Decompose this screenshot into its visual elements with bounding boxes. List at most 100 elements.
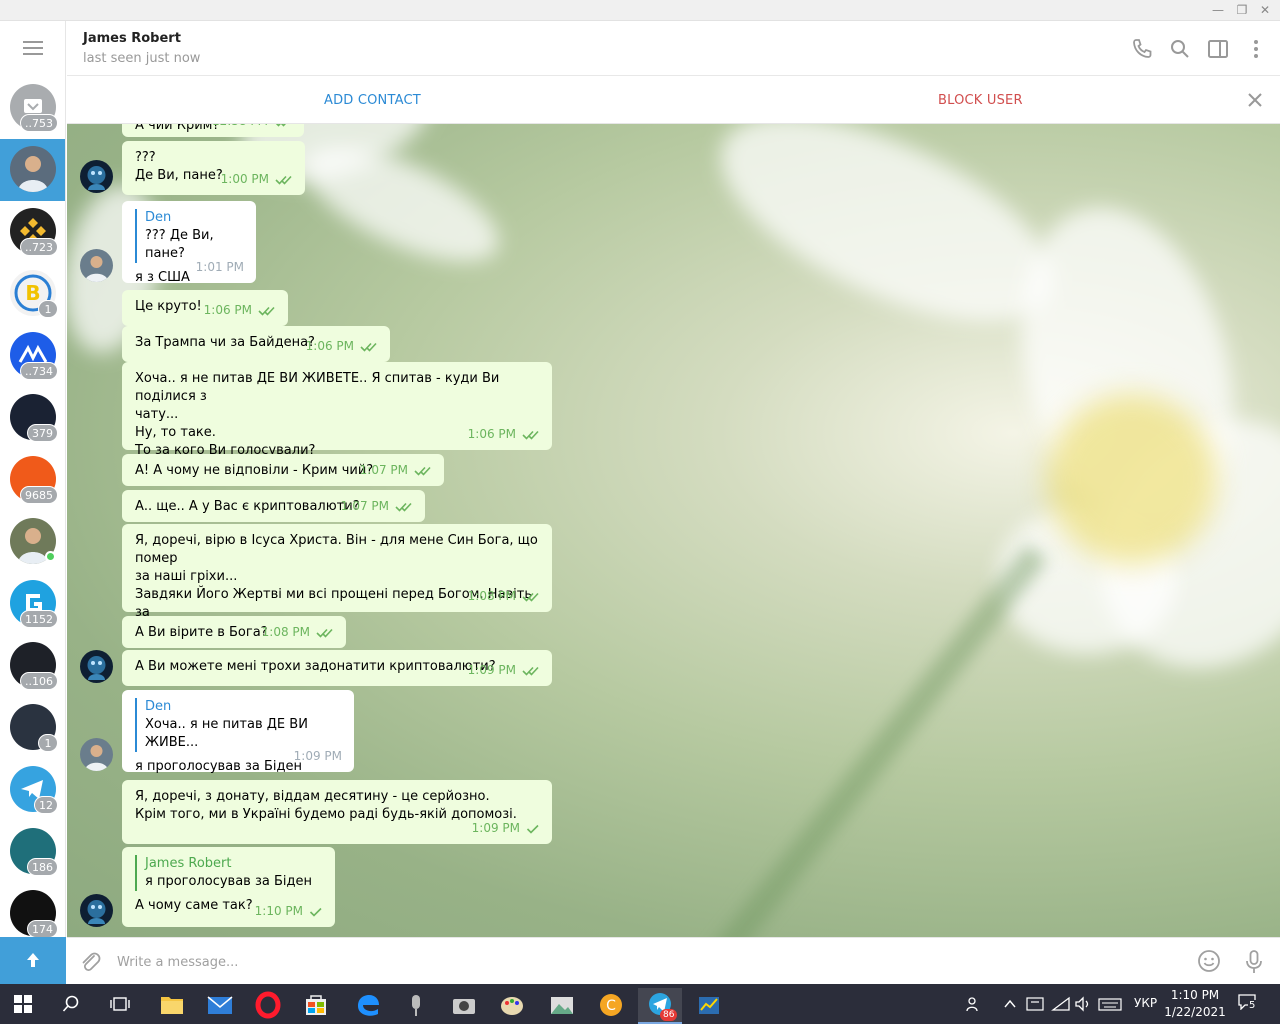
restore-button[interactable]: ❐: [1234, 3, 1250, 17]
message-meta: 1:00 PM: [221, 170, 293, 188]
clock[interactable]: 1:10 PM 1/22/2021: [1160, 987, 1230, 1021]
window-title-bar: — ❐ ✕: [0, 0, 1280, 21]
peer-status: last seen just now: [83, 51, 201, 66]
people-icon[interactable]: [965, 995, 983, 1013]
outgoing-message[interactable]: А Ви можете мені трохи задонатити крипто…: [122, 650, 552, 686]
attach-icon[interactable]: [79, 950, 101, 974]
outgoing-message[interactable]: А! А чому не відповіли - Крим чий? 1:07 P…: [122, 454, 444, 486]
outgoing-message[interactable]: ??? Де Ви, пане? 1:00 PM: [122, 141, 305, 195]
sidebar-chat-item[interactable]: [0, 139, 65, 201]
input-indicator-icon[interactable]: [1025, 995, 1045, 1013]
emoji-icon[interactable]: [1197, 949, 1221, 973]
task-view-icon[interactable]: [110, 995, 130, 1013]
message-avatar[interactable]: [80, 650, 113, 683]
outgoing-message[interactable]: Я, доречі, з донату, віддам десятину - ц…: [122, 780, 552, 844]
message-meta: 1:08 PM: [262, 623, 334, 641]
message-time: 1:06 PM: [467, 427, 516, 441]
outgoing-message[interactable]: А чий Крим?12:58 PM: [122, 124, 304, 137]
volume-icon[interactable]: [1073, 995, 1093, 1013]
outgoing-message[interactable]: Я, доречі, вірю в Ісуса Христа. Він - дл…: [122, 524, 552, 638]
minimize-button[interactable]: —: [1210, 3, 1226, 17]
incoming-message[interactable]: Den Хоча.. я не питав ДЕ ВИ ЖИВЕ... я прог…: [122, 690, 354, 774]
reply-quote[interactable]: James Robert я проголосував за Біден: [135, 855, 322, 891]
message-composer: [67, 937, 1280, 984]
message-area[interactable]: А чий Крим?12:58 PM ??? Де Ви, пане?1:00 …: [67, 124, 1280, 937]
outgoing-message[interactable]: А.. ще.. А у Вас є криптовалюти? 1:07 PM: [122, 490, 425, 522]
outgoing-message[interactable]: А Ви вірите в Бога? 1:08 PM: [122, 616, 346, 648]
close-window-button[interactable]: ✕: [1257, 3, 1273, 17]
unread-badge: 186: [27, 858, 58, 876]
paint-icon[interactable]: [490, 988, 534, 1024]
unread-badge: ..723: [20, 238, 58, 256]
incoming-message[interactable]: Den??? Де Ви, пане? я з США 1:01 PM: [122, 201, 256, 285]
close-icon[interactable]: [1245, 90, 1265, 110]
store-icon[interactable]: [294, 988, 338, 1024]
message-time: 1:07 PM: [340, 499, 389, 513]
chart-app-icon[interactable]: [687, 988, 731, 1024]
sidebar-chat-item[interactable]: 9685: [0, 449, 65, 511]
sidebar-chat-item[interactable]: [0, 511, 65, 573]
opera-icon[interactable]: [246, 988, 290, 1024]
more-vertical-icon[interactable]: [1244, 37, 1268, 61]
camera-icon[interactable]: [442, 988, 486, 1024]
language-indicator[interactable]: УКР: [1134, 996, 1157, 1010]
outgoing-message[interactable]: За Трампа чи за Байдена? 1:06 PM: [122, 326, 390, 362]
coin-app-icon[interactable]: C: [589, 988, 633, 1024]
clock-time: 1:10 PM: [1170, 988, 1220, 1002]
unread-badge: ..734: [20, 362, 58, 380]
message-meta: 12:58 PM: [212, 124, 292, 130]
online-indicator: [45, 551, 56, 562]
sidebar-chat-item[interactable]: 1: [0, 697, 65, 759]
sidebar-chat-item[interactable]: 1152: [0, 573, 65, 635]
voice-recorder-icon[interactable]: [394, 988, 438, 1024]
taskbar-search-icon[interactable]: [62, 995, 80, 1013]
outgoing-message[interactable]: Це круто! 1:06 PM: [122, 290, 288, 326]
sidebar-chat-item[interactable]: 174: [0, 883, 65, 937]
add-contact-button[interactable]: ADD CONTACT: [324, 93, 421, 108]
message-avatar[interactable]: [80, 894, 113, 927]
sidebar-chat-item[interactable]: ..753: [0, 77, 65, 139]
message-meta: 1:09 PM: [294, 747, 342, 765]
unread-badge: ..753: [20, 114, 58, 132]
search-icon[interactable]: [1168, 37, 1192, 61]
svg-text:C: C: [606, 998, 616, 1014]
sidebar-chat-item[interactable]: ..106: [0, 635, 65, 697]
chevron-up-icon[interactable]: [1003, 997, 1017, 1011]
telegram-taskbar-badge: 86: [660, 1009, 678, 1021]
message-avatar[interactable]: [80, 249, 113, 282]
sidebar-chat-item[interactable]: B1: [0, 263, 65, 325]
file-explorer-icon[interactable]: [150, 988, 194, 1024]
message-avatar[interactable]: [80, 738, 113, 771]
message-meta: 1:07 PM: [341, 497, 413, 515]
menu-icon[interactable]: [23, 41, 43, 55]
sidebar-chat-item[interactable]: 186: [0, 821, 65, 883]
read-check-icon: [258, 306, 275, 316]
reply-quote[interactable]: Den Хоча.. я не питав ДЕ ВИ ЖИВЕ...: [135, 698, 341, 752]
sidebar-chat-item[interactable]: ..734: [0, 325, 65, 387]
edge-icon[interactable]: [346, 988, 390, 1024]
keyboard-icon[interactable]: [1098, 995, 1122, 1013]
peer-name[interactable]: James Robert: [83, 31, 181, 46]
sidebar-chat-item[interactable]: ..723: [0, 201, 65, 263]
sidebar-chat-item[interactable]: 12: [0, 759, 65, 821]
phone-icon[interactable]: [1130, 37, 1154, 61]
microphone-icon[interactable]: [1244, 949, 1264, 975]
notification-center-button[interactable]: 5: [1238, 994, 1262, 1014]
wifi-icon[interactable]: [1051, 995, 1071, 1013]
windows-start-icon[interactable]: [14, 995, 32, 1013]
message-avatar[interactable]: [80, 160, 113, 193]
outgoing-message[interactable]: James Robert я проголосував за Біден А чом…: [122, 847, 335, 927]
scroll-to-top-button[interactable]: [0, 937, 66, 984]
sidebar-toggle-icon[interactable]: [1206, 37, 1230, 61]
read-check-icon: [522, 592, 539, 602]
telegram-taskbar-icon[interactable]: 86: [638, 988, 682, 1024]
outgoing-message[interactable]: Хоча.. я не питав ДЕ ВИ ЖИВЕТЕ.. Я спита…: [122, 362, 552, 458]
photos-icon[interactable]: [540, 988, 584, 1024]
windows-taskbar: C 86 УКР 1:10 PM 1/22/2021 5: [0, 984, 1280, 1024]
reply-quote[interactable]: Den??? Де Ви, пане?: [135, 209, 243, 263]
message-input[interactable]: [117, 950, 1167, 974]
chat-avatar: [10, 146, 56, 192]
mail-icon[interactable]: [198, 988, 242, 1024]
block-user-button[interactable]: BLOCK USER: [938, 93, 1023, 108]
sidebar-chat-item[interactable]: 379: [0, 387, 65, 449]
